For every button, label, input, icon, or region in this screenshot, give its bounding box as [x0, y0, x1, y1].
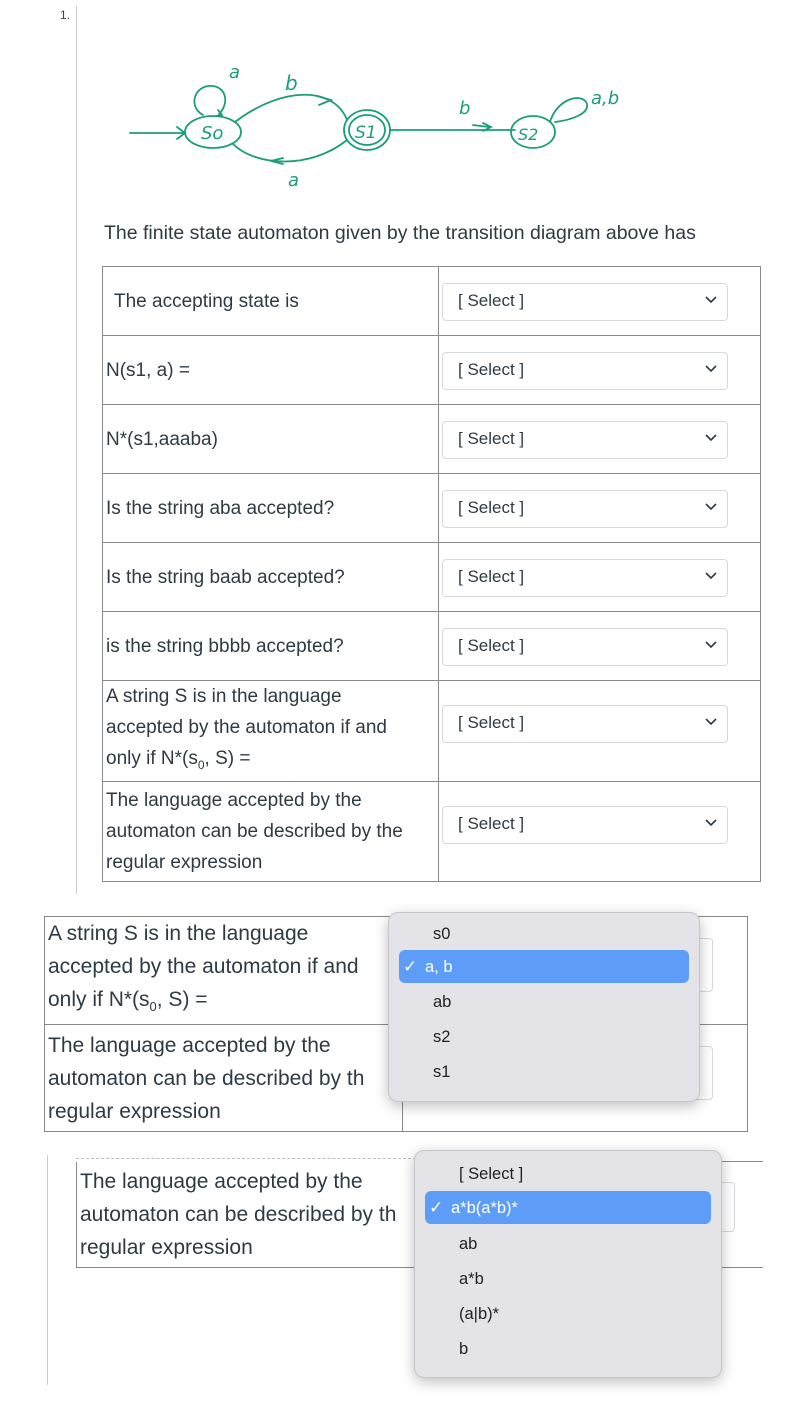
select-value: [ Select ] — [458, 567, 525, 586]
table-row: Is the string baab accepted? [ Select ] — [102, 542, 761, 612]
select-value: [ Select ] — [458, 360, 525, 379]
checkmark-icon: ✓ — [429, 1198, 444, 1217]
chevron-down-icon — [705, 296, 717, 304]
edge-s0-s1-b — [234, 93, 348, 123]
row-label: Is the string aba accepted? — [106, 497, 335, 519]
self-loop-s2 — [549, 97, 588, 123]
select-value: [ Select ] — [458, 636, 525, 655]
dropdown-option-selected[interactable]: ✓ a, b — [399, 950, 689, 983]
dropdown-popup-1: s0 ✓ a, b ab s2 s1 — [388, 912, 700, 1102]
chevron-down-icon — [705, 572, 717, 580]
dropdown-option[interactable]: a*b — [415, 1262, 721, 1295]
accepting-state-select[interactable]: [ Select ] — [442, 283, 728, 321]
question-number: 1. — [60, 8, 71, 22]
row-label: N(s1, a) = — [106, 359, 190, 381]
table-row: N*(s1,aaaba) [ Select ] — [102, 404, 761, 474]
row-label-line: regular expression — [106, 851, 263, 873]
baab-accepted-select[interactable]: [ Select ] — [442, 559, 728, 597]
label-s1-s2: b — [459, 98, 470, 119]
dropdown-option[interactable]: s1 — [389, 1055, 699, 1088]
bbbb-accepted-select[interactable]: [ Select ] — [442, 628, 728, 666]
chevron-down-icon — [705, 434, 717, 442]
select-value: [ Select ] — [458, 429, 525, 448]
row-label-line: regular expression — [48, 1099, 221, 1123]
select-value: [ Select ] — [458, 713, 525, 732]
dropdown-popup-2: [ Select ] ✓ a*b(a*b)* ab a*b (a|b)* b — [414, 1150, 722, 1378]
self-loop-s0 — [193, 85, 227, 116]
dropdown-option[interactable]: s2 — [389, 1020, 699, 1053]
language-condition-select[interactable]: [ Select ] — [442, 705, 728, 743]
regex-select[interactable]: [ Select ] — [442, 805, 728, 844]
question-intro: The finite state automaton given by the … — [104, 222, 696, 244]
row-label-line: only if N*(s0, S) = — [48, 988, 208, 1015]
row-label: N*(s1,aaaba) — [106, 428, 218, 450]
dropdown-option[interactable]: ab — [389, 985, 699, 1018]
question-table: The accepting state is [ Select ] N(s1, … — [102, 266, 761, 882]
row-label-line: accepted by the automaton if and — [48, 955, 359, 979]
question-divider — [76, 6, 77, 894]
table-row: Is the string aba accepted? [ Select ] — [102, 473, 761, 543]
table-row: N(s1, a) = [ Select ] — [102, 335, 761, 405]
dropdown-option[interactable]: b — [415, 1332, 721, 1365]
chevron-down-icon — [705, 819, 717, 826]
row-label-line: A string S is in the language — [106, 686, 342, 707]
label-s1-s0: a — [288, 170, 299, 191]
label-s2-loop: a,b — [591, 88, 619, 109]
chevron-down-icon — [705, 718, 717, 726]
row-label-line: A string S is in the language — [48, 922, 309, 946]
cropped-edge — [76, 1150, 416, 1159]
state-label-s1: S1 — [355, 123, 377, 143]
row-label-line: automaton can be described by th — [80, 1202, 397, 1226]
row-label-line: The language accepted by the — [48, 1033, 331, 1057]
table-row: The language accepted by the automaton c… — [102, 780, 761, 882]
dropdown-option[interactable]: ab — [415, 1227, 721, 1260]
state-label-s2: S2 — [518, 125, 538, 144]
select-value: [ Select ] — [458, 498, 525, 517]
chevron-down-icon — [705, 503, 717, 511]
row-label: Is the string baab accepted? — [106, 566, 345, 588]
label-s0-loop: a — [229, 62, 240, 83]
chevron-down-icon — [705, 641, 717, 649]
label-s0-s1: b — [285, 71, 298, 95]
row-label-line: regular expression — [80, 1235, 253, 1259]
row-label-line: automaton can be described by th — [48, 1066, 365, 1090]
row-label-line: automaton can be described by the — [106, 820, 403, 842]
checkmark-icon: ✓ — [403, 957, 418, 976]
extended-transition-select[interactable]: [ Select ] — [442, 421, 728, 459]
dropdown-option[interactable]: [ Select ] — [415, 1157, 721, 1190]
next-state-select[interactable]: [ Select ] — [442, 352, 728, 390]
dropdown-option[interactable]: (a|b)* — [415, 1297, 721, 1330]
select-value: [ Select ] — [458, 813, 525, 833]
table-row: is the string bbbb accepted? [ Select ] — [102, 611, 761, 681]
row-label-line: only if N*(s0, S) = — [106, 748, 251, 772]
row-label-line: accepted by the automaton if and — [106, 717, 387, 738]
row-label-line: The language accepted by the — [106, 789, 362, 811]
dropdown-option-selected[interactable]: ✓ a*b(a*b)* — [425, 1191, 711, 1224]
aba-accepted-select[interactable]: [ Select ] — [442, 490, 728, 528]
chevron-down-icon — [705, 365, 717, 373]
select-value: [ Select ] — [458, 291, 525, 310]
row-label-line: The language accepted by the — [80, 1169, 363, 1193]
question-divider — [47, 1155, 48, 1385]
table-row: A string S is in the language accepted b… — [102, 680, 761, 782]
row-label: The accepting state is — [114, 290, 299, 312]
edge-s1-s0-a — [232, 139, 348, 163]
transition-diagram: So S1 S2 a b a b a,b — [129, 62, 619, 191]
table-row: The accepting state is [ Select ] — [102, 266, 761, 336]
dropdown-option[interactable]: s0 — [389, 917, 699, 950]
row-label: is the string bbbb accepted? — [106, 635, 344, 657]
state-label-s0: So — [201, 123, 223, 144]
